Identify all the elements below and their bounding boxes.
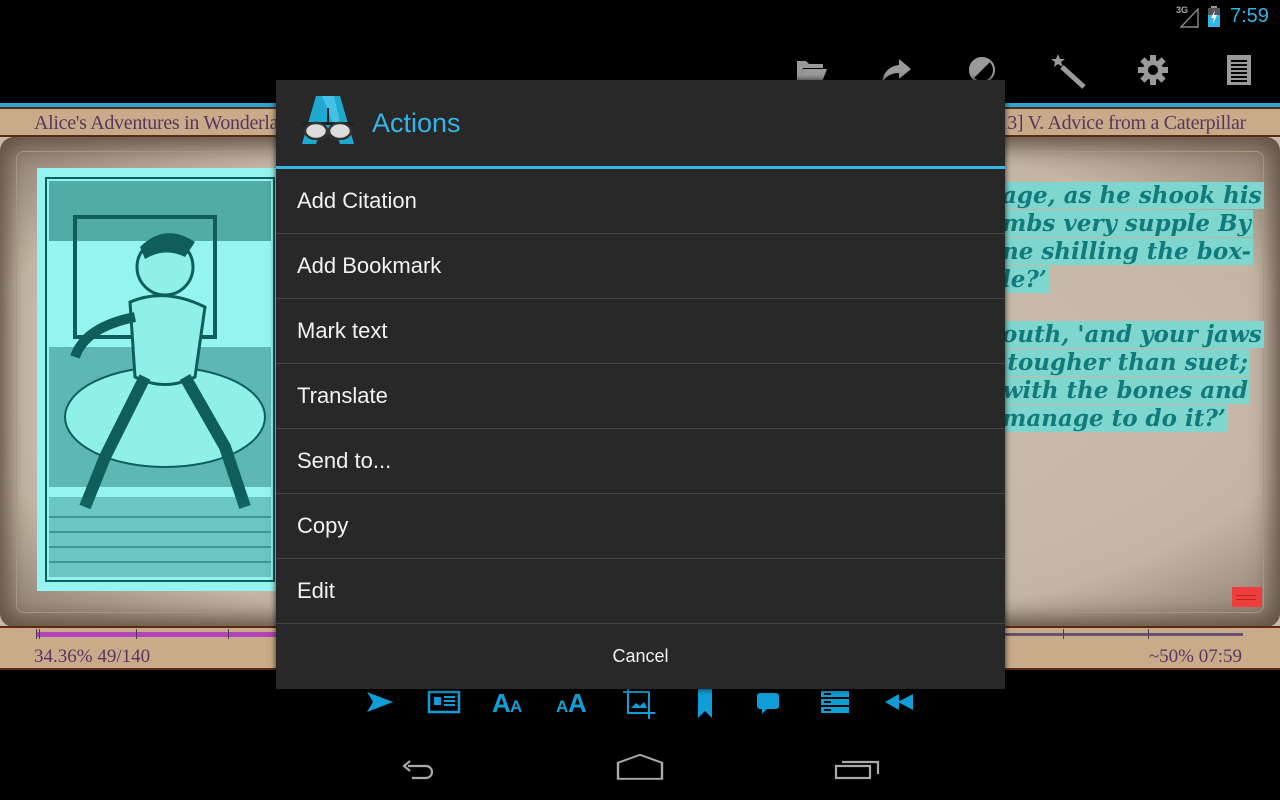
action-add-bookmark[interactable]: Add Bookmark <box>276 234 1005 299</box>
navigation-bar <box>0 740 1280 800</box>
battery-time-info: ~50% 07:59 <box>1148 646 1242 667</box>
actions-dialog: Actions Add Citation Add Bookmark Mark t… <box>276 80 1005 689</box>
status-bar: 3G 7:59 <box>0 0 1280 33</box>
document-list-icon[interactable] <box>1222 53 1256 87</box>
book-illustration <box>37 168 282 591</box>
chapter-tick <box>36 629 37 639</box>
action-translate[interactable]: Translate <box>276 364 1005 429</box>
font-size-increase-icon[interactable]: AA <box>556 686 590 718</box>
text-line: mbs very supple By <box>1000 210 1253 237</box>
home-icon <box>616 753 664 780</box>
action-copy[interactable]: Copy <box>276 494 1005 559</box>
rewind-icon[interactable] <box>883 686 917 718</box>
signal-3g-icon: 3G <box>1176 4 1202 28</box>
actions-list: Add Citation Add Bookmark Mark text Tran… <box>276 169 1005 624</box>
action-label: Copy <box>297 513 349 538</box>
action-mark-text[interactable]: Mark text <box>276 299 1005 364</box>
svg-text:A: A <box>492 688 511 718</box>
action-label: Send to... <box>297 448 392 473</box>
app-logo-icon <box>298 94 358 150</box>
reading-progress: 34.36% 49/140 <box>34 646 151 667</box>
action-label: Add Citation <box>297 188 417 213</box>
back-button[interactable] <box>396 752 456 788</box>
dialog-header: Actions <box>276 80 1005 166</box>
book-title: Alice's Adventures in Wonderlan <box>34 112 288 134</box>
chapter-tick <box>1148 629 1149 639</box>
svg-text:A: A <box>568 688 587 718</box>
chapter-tick <box>39 629 40 639</box>
chapter-tick <box>1063 629 1064 639</box>
svg-text:A: A <box>510 697 522 716</box>
recent-apps-button[interactable] <box>830 752 890 788</box>
text-line: age, as he shook his <box>1000 182 1264 209</box>
font-size-decrease-icon[interactable]: AA <box>492 686 526 718</box>
dialog-title: Actions <box>372 108 461 138</box>
clock: 7:59 <box>1230 5 1269 27</box>
action-label: Mark text <box>297 318 388 343</box>
text-line: manage to do it?’ <box>1000 405 1228 432</box>
crop-icon[interactable] <box>622 686 656 719</box>
action-send-to[interactable]: Send to... <box>276 429 1005 494</box>
recent-apps-icon <box>834 760 880 780</box>
svg-text:A: A <box>556 697 568 716</box>
text-line: with the bones and <box>1000 377 1250 404</box>
action-edit[interactable]: Edit <box>276 559 1005 624</box>
text-line: ne shilling the box- <box>1000 238 1254 265</box>
home-button[interactable] <box>610 752 670 788</box>
chapter-title: 5/13] V. Advice from a Caterpillar <box>982 112 1247 134</box>
comment-icon[interactable] <box>752 686 786 718</box>
magic-wand-icon[interactable] <box>1050 53 1086 89</box>
text-line: le?’ <box>1000 266 1049 293</box>
battery-charging-icon <box>1207 6 1221 27</box>
cancel-button[interactable]: Cancel <box>276 624 1005 689</box>
chapter-tick <box>136 629 137 639</box>
chapter-tick <box>228 629 229 639</box>
action-label: Edit <box>297 578 335 603</box>
back-arrow-icon <box>402 760 434 780</box>
list-menu-icon[interactable] <box>818 686 852 718</box>
page-note-icon[interactable] <box>1232 587 1262 607</box>
action-label: Add Bookmark <box>297 253 442 278</box>
send-arrow-icon[interactable] <box>363 686 397 718</box>
action-add-citation[interactable]: Add Citation <box>276 169 1005 234</box>
text-line: outh, 'and your jaws <box>1000 321 1264 348</box>
action-label: Translate <box>297 383 388 408</box>
bookmark-icon[interactable] <box>688 686 722 718</box>
cancel-label: Cancel <box>612 646 669 666</box>
settings-gear-icon[interactable] <box>1136 53 1170 87</box>
article-view-icon[interactable] <box>427 686 461 718</box>
selected-text[interactable]: age, as he shook his mbs very supple By … <box>1000 182 1264 433</box>
text-line: tougher than suet; <box>1005 349 1250 376</box>
